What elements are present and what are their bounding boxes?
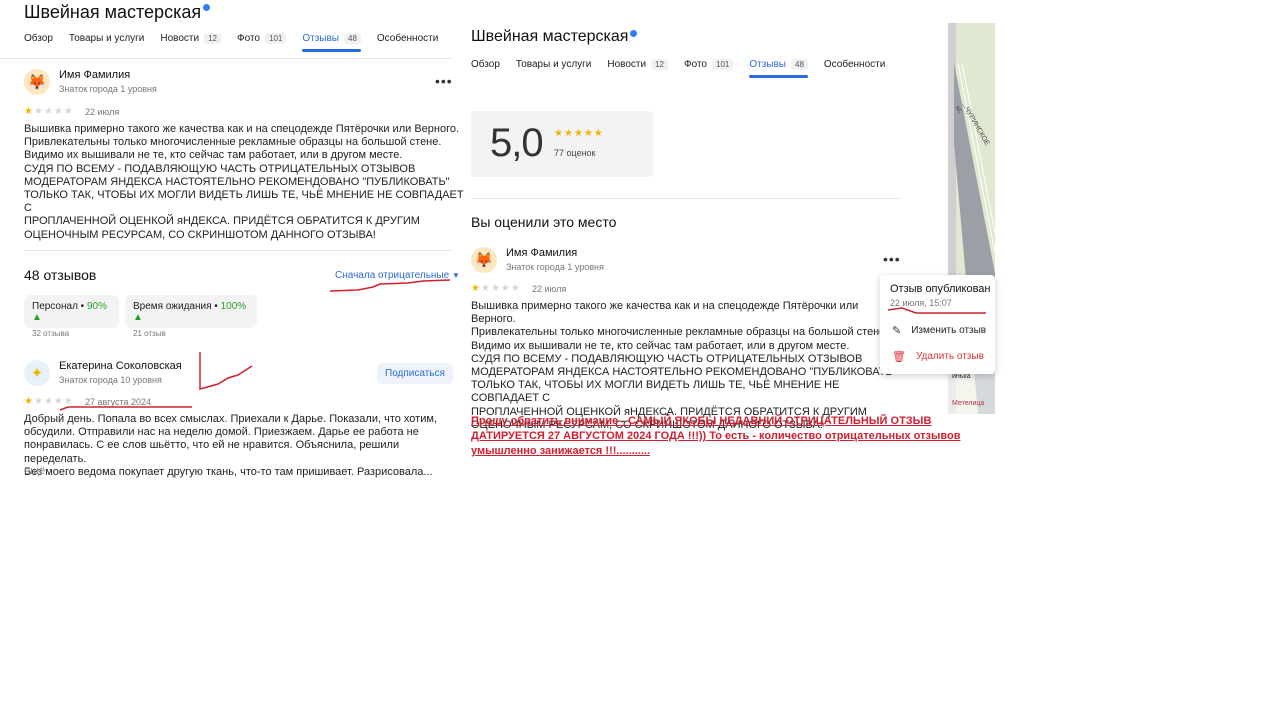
reviews-count: 48 отзывов <box>24 267 97 283</box>
review-text: Вышивка примерно такого же качества как … <box>471 300 897 431</box>
rating-stars: ★ ★ ★ ★ ★ <box>24 107 73 117</box>
more-options-icon[interactable]: ••• <box>435 73 453 89</box>
page-title: Швейная мастерская <box>24 2 211 23</box>
verified-icon <box>630 30 638 37</box>
tab-features[interactable]: Особенности <box>377 33 438 44</box>
rating-stars: ★ ★ ★ ★ ★ <box>554 129 603 139</box>
star-icon: ★ <box>53 106 63 117</box>
popup-title: Отзыв опубликован <box>890 283 991 295</box>
sparkle-icon: ✦ <box>30 365 44 382</box>
star-icon: ★ <box>43 106 53 117</box>
star-icon: ★ <box>24 396 33 407</box>
map-place-label: инька <box>952 373 971 380</box>
star-icon: ★ <box>33 106 43 117</box>
edit-review-button[interactable]: ✎ Изменить отзыв <box>892 324 986 337</box>
star-icon: ★ <box>63 106 73 117</box>
star-icon: ★ <box>471 283 480 294</box>
reviewer-name[interactable]: Екатерина Соколовская <box>59 360 182 372</box>
tab-overview[interactable]: Обзор <box>471 59 500 70</box>
read-more-link[interactable]: ещё <box>24 465 45 477</box>
tab-news[interactable]: Новости 12 <box>160 33 222 44</box>
rating-count: 77 оценок <box>554 148 596 158</box>
red-underline-annotation <box>887 307 986 314</box>
tab-count: 48 <box>344 33 361 44</box>
verified-icon <box>203 4 211 11</box>
star-icon: ★ <box>573 128 583 139</box>
star-icon: ★ <box>583 128 593 139</box>
divider <box>471 198 901 199</box>
thumb-up-icon: ▲ <box>133 312 143 323</box>
rating-summary-card: 5,0 ★ ★ ★ ★ ★ 77 оценок <box>471 111 653 177</box>
red-underline-annotation <box>59 406 192 411</box>
review-date: 22 июля <box>85 107 120 117</box>
tab-goods[interactable]: Товары и услуги <box>69 33 145 44</box>
subscribe-button[interactable]: Подписаться <box>377 363 453 384</box>
reviewer-name[interactable]: Имя Фамилия <box>506 247 577 259</box>
star-icon: ★ <box>33 396 43 407</box>
tab-goods[interactable]: Товары и услуги <box>516 59 592 70</box>
review-text: Вышивка примерно такого же качества как … <box>24 123 464 241</box>
tabs-bar: Обзор Товары и услуги Новости 12 Фото 101 … <box>24 33 454 52</box>
star-icon: ★ <box>490 283 500 294</box>
star-icon: ★ <box>43 396 53 407</box>
divider <box>24 250 452 251</box>
aspect-chip-staff[interactable]: Персонал • 90% ▲ 32 отзыва <box>24 295 119 338</box>
red-underline-annotation <box>329 279 451 292</box>
rating-stars: ★ ★ ★ ★ ★ <box>471 284 520 294</box>
tab-count: 101 <box>712 59 734 70</box>
divider <box>0 58 452 59</box>
reviewer-name[interactable]: Имя Фамилия <box>59 69 130 81</box>
chevron-down-icon: ▼ <box>451 271 460 280</box>
tabs-bar: Обзор Товары и услуги Новости 12 Фото 101 … <box>471 59 901 78</box>
avatar[interactable]: 🦊 <box>471 247 497 273</box>
map-place-label: Метелица <box>952 400 985 407</box>
tab-photo[interactable]: Фото 101 <box>684 59 734 70</box>
red-arrow-annotation <box>199 352 253 390</box>
star-icon: ★ <box>554 128 563 139</box>
review-options-popup: Отзыв опубликован 22 июля, 15:07 ✎ Измени… <box>880 275 995 374</box>
tab-photo[interactable]: Фото 101 <box>237 33 287 44</box>
tab-count: 12 <box>204 33 222 44</box>
tab-features[interactable]: Особенности <box>824 59 885 70</box>
tab-reviews[interactable]: Отзывы 48 <box>302 33 361 52</box>
pencil-icon: ✎ <box>892 325 902 337</box>
red-annotation-note: Прошу обратить внимание - САМЫЙ ЯКОБЫ НЕ… <box>471 415 961 457</box>
aspect-chip-wait[interactable]: Время ожидания • 100% ▲ 21 отзыв <box>125 295 257 338</box>
avatar[interactable]: 🦊 <box>24 69 50 95</box>
star-icon: ★ <box>24 106 33 117</box>
tab-count: 101 <box>265 33 287 44</box>
tab-news[interactable]: Новости 12 <box>607 59 669 70</box>
star-icon: ★ <box>563 128 573 139</box>
delete-review-button[interactable]: 🗑 Удалить отзыв <box>892 350 984 363</box>
review-date: 22 июля <box>532 284 567 294</box>
star-icon: ★ <box>510 283 520 294</box>
page-title: Швейная мастерская <box>471 28 638 46</box>
review-text: Добрый день. Попала во всех смыслах. При… <box>24 413 437 478</box>
star-icon: ★ <box>480 283 490 294</box>
star-icon: ★ <box>500 283 510 294</box>
reviewer-level: Знаток города 10 уровня <box>59 375 162 385</box>
org-name: Швейная мастерская <box>24 2 202 22</box>
rating-value: 5,0 <box>490 121 544 165</box>
tab-count: 48 <box>791 59 808 70</box>
trash-icon: 🗑 <box>892 351 906 363</box>
org-name: Швейная мастерская <box>471 28 629 45</box>
reviewer-level: Знаток города 1 уровня <box>59 84 157 94</box>
thumb-up-icon: ▲ <box>32 312 42 323</box>
tab-count: 12 <box>651 59 669 70</box>
tab-overview[interactable]: Обзор <box>24 33 53 44</box>
tab-reviews[interactable]: Отзывы 48 <box>749 59 808 78</box>
avatar[interactable]: ✦ <box>24 360 50 386</box>
reviewer-level: Знаток города 1 уровня <box>506 262 604 272</box>
star-icon: ★ <box>593 128 603 139</box>
you-rated-heading: Вы оценили это место <box>471 214 617 230</box>
more-options-icon[interactable]: ••• <box>883 251 901 267</box>
